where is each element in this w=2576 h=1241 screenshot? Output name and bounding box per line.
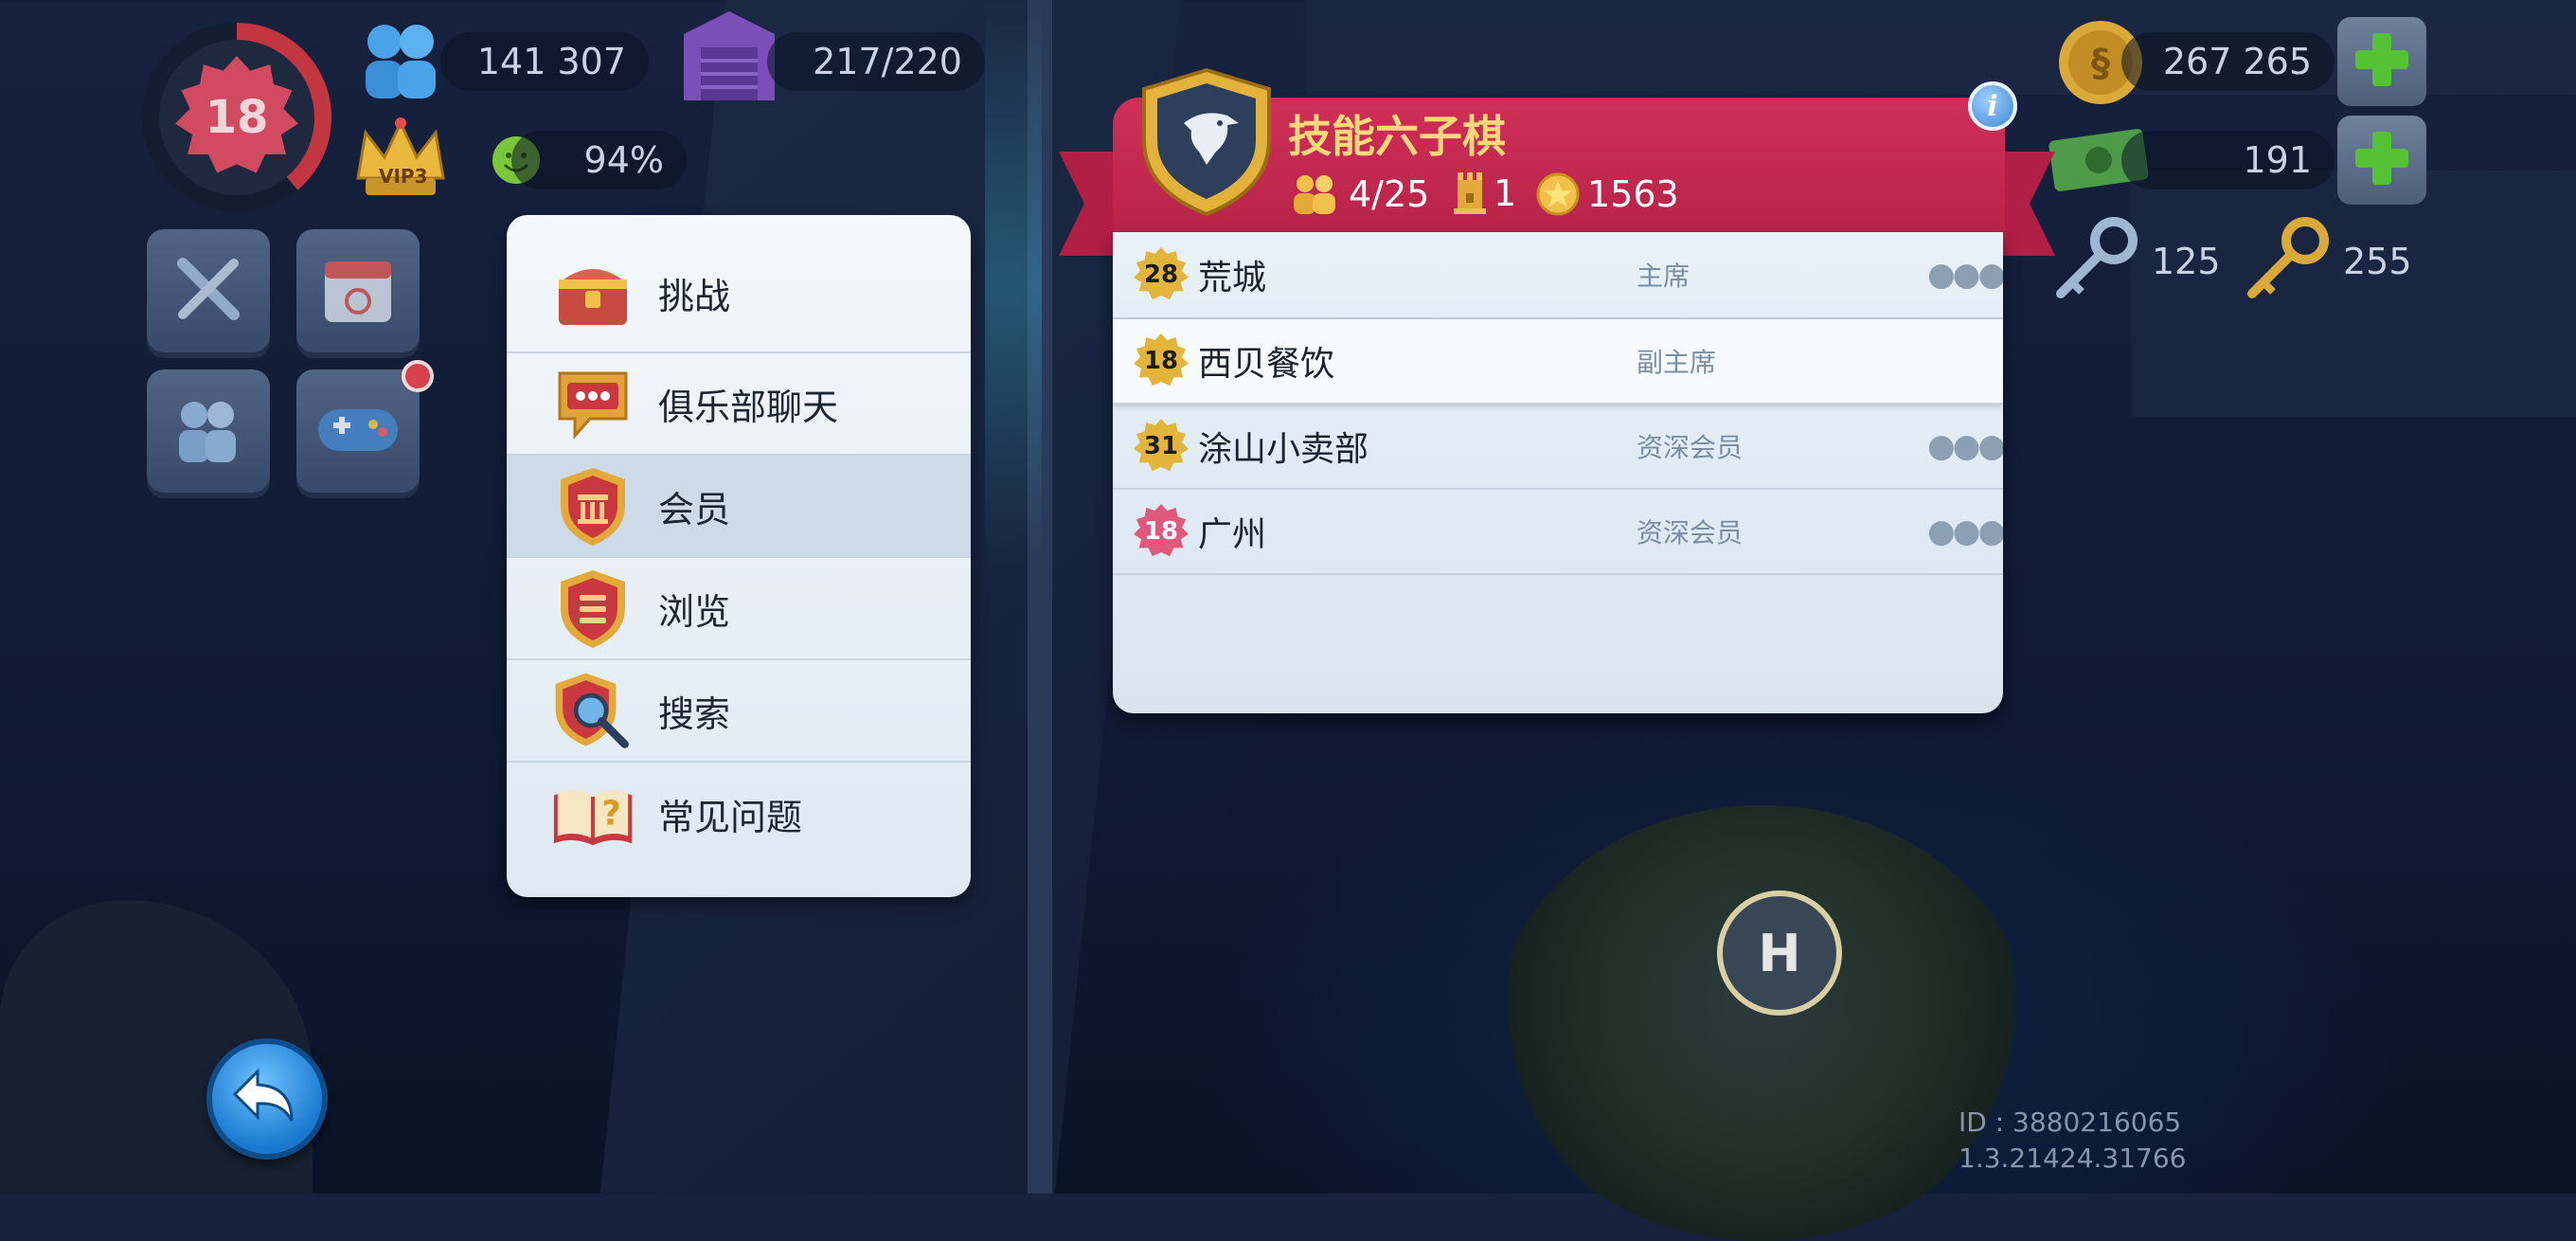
simoleons-value: 267 265	[2162, 41, 2312, 82]
club-shield-eagle-icon	[1136, 66, 1277, 218]
plus-icon	[2352, 29, 2412, 94]
population-icon	[349, 13, 453, 108]
svg-text:§: §	[2091, 42, 2110, 85]
club-menu: 挑战 俱乐部聊天 会员 浏览 搜索 ? 常见问题	[507, 215, 971, 897]
vip-crown-icon[interactable]	[349, 112, 453, 207]
wrench-screwdriver-icon	[166, 246, 251, 335]
population-value: 141 307	[476, 41, 626, 82]
platinum-key-icon	[2046, 210, 2150, 305]
club-members-value: 4/25	[1349, 173, 1430, 215]
back-arrow-icon	[229, 1064, 305, 1134]
back-button[interactable]	[206, 1038, 328, 1160]
helipad-icon: H	[1717, 890, 1842, 1016]
club-towers-value: 1	[1494, 172, 1517, 214]
simcash-value: 191	[2243, 139, 2312, 181]
calendar-icon	[315, 246, 401, 335]
member-level-badge: 18	[1134, 504, 1189, 557]
menu-label-faq: 常见问题	[658, 796, 803, 838]
menu-label-challenge: 挑战	[658, 275, 731, 317]
member-level-badge: 31	[1134, 419, 1189, 472]
treasure-chest-icon	[550, 250, 635, 335]
platinum-keys-value: 125	[2152, 241, 2221, 282]
club-points-value: 1563	[1587, 173, 1679, 215]
app-version: 1.3.21424.31766	[1959, 1142, 2187, 1174]
browse-shield-icon	[550, 566, 635, 651]
club-member-count: 4/25	[1288, 172, 1429, 216]
member-level: 18	[1143, 517, 1179, 546]
member-row[interactable]: 18 广州 资深会员 ●●●	[1113, 490, 2003, 575]
population-counter: 141 307	[440, 32, 649, 91]
happiness-counter: 94%	[511, 131, 687, 189]
level-badge: 18	[175, 56, 298, 173]
more-options-icon[interactable]: ●●●	[1927, 427, 2003, 465]
friends-button[interactable]	[147, 369, 270, 493]
member-role: 副主席	[1637, 347, 1717, 378]
happiness-value: 94%	[583, 139, 664, 181]
svg-text:?: ?	[601, 795, 620, 834]
more-options-icon[interactable]: ●●●	[1927, 513, 2003, 550]
member-role: 资深会员	[1637, 432, 1744, 463]
club-name: 技能六子棋	[1288, 111, 1506, 162]
member-name: 广州	[1198, 515, 1267, 554]
member-row[interactable]: 28 荒城 主席 ●●●	[1113, 232, 2003, 319]
member-list: 28 荒城 主席 ●●● 18 西贝餐饮 副主席 31 涂山小卖部 资深会员 ●…	[1113, 232, 2003, 713]
buy-simoleons-button[interactable]	[2337, 17, 2426, 106]
menu-label-search: 搜索	[658, 692, 731, 735]
member-name: 西贝餐饮	[1198, 345, 1335, 384]
game-controller-button[interactable]	[296, 369, 420, 493]
settings-button[interactable]	[147, 229, 270, 352]
golden-key-icon	[2237, 210, 2341, 305]
menu-label-club-chat: 俱乐部聊天	[658, 386, 839, 428]
gamepad-icon	[313, 396, 403, 466]
level-progress-ring[interactable]: 18	[142, 23, 331, 212]
member-level: 18	[1143, 347, 1179, 375]
notification-dot-icon	[402, 360, 434, 392]
menu-item-challenge[interactable]: 挑战	[507, 215, 971, 353]
golden-keys-value: 255	[2343, 241, 2412, 282]
build-info: ID : 3880216065 1.3.21424.31766	[1959, 1105, 2186, 1177]
menu-item-members[interactable]: 会员	[507, 456, 971, 558]
member-level: 28	[1143, 261, 1179, 289]
simoleons-counter: 267 265	[2121, 32, 2334, 91]
buy-simcash-button[interactable]	[2337, 116, 2426, 205]
menu-item-club-chat[interactable]: 俱乐部聊天	[507, 353, 971, 456]
menu-label-members: 会员	[658, 488, 731, 531]
club-points: 1563	[1536, 172, 1679, 216]
more-options-icon[interactable]: ●●●	[1927, 256, 2003, 294]
info-button[interactable]: i	[1968, 81, 2017, 131]
menu-item-search[interactable]: 搜索	[507, 660, 971, 763]
vip-label: VIP3	[379, 165, 428, 188]
plus-icon	[2352, 128, 2412, 192]
member-level-badge: 18	[1134, 333, 1189, 387]
member-level: 31	[1143, 432, 1179, 460]
member-name: 荒城	[1198, 259, 1267, 297]
player-id: ID : 3880216065	[1959, 1106, 2182, 1138]
member-row[interactable]: 18 西贝餐饮 副主席	[1113, 319, 2003, 405]
storage-counter[interactable]: 217/220	[767, 32, 985, 91]
menu-item-browse[interactable]: 浏览	[507, 558, 971, 660]
member-role: 资深会员	[1637, 517, 1744, 549]
members-icon	[1288, 172, 1341, 216]
club-tower-count: 1	[1454, 172, 1516, 214]
chat-bubble-icon	[550, 361, 635, 446]
star-coin-icon	[1536, 172, 1580, 216]
member-role: 主席	[1637, 261, 1690, 292]
calendar-button[interactable]	[296, 229, 420, 352]
faq-book-icon: ?	[550, 771, 635, 856]
member-row[interactable]: 31 涂山小卖部 资深会员 ●●●	[1113, 405, 2003, 490]
storage-value: 217/220	[813, 41, 962, 82]
menu-label-browse: 浏览	[658, 590, 731, 633]
tower-icon	[1454, 172, 1486, 214]
menu-item-faq[interactable]: ? 常见问题	[507, 763, 971, 865]
search-shield-icon	[550, 668, 635, 753]
club-members-shield-icon	[550, 463, 635, 549]
member-name: 涂山小卖部	[1198, 430, 1369, 469]
member-level-badge: 28	[1134, 247, 1189, 300]
simcash-counter: 191	[2121, 131, 2334, 189]
friends-icon	[166, 387, 251, 476]
